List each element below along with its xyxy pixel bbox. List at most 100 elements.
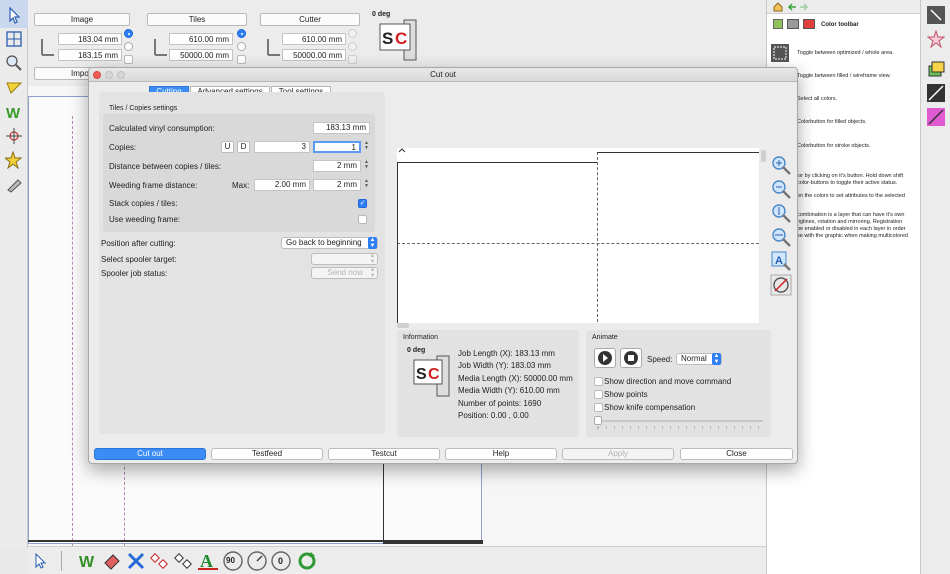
minimize-window-button[interactable] bbox=[105, 71, 113, 79]
cutter-height-field[interactable]: 50000.00 mm bbox=[282, 49, 346, 61]
pen-icon[interactable] bbox=[5, 79, 23, 97]
copies-field-2[interactable]: 1 bbox=[313, 141, 361, 153]
stroke-color-icon[interactable] bbox=[927, 84, 945, 102]
copies-stepper[interactable]: ▲ ▼ bbox=[363, 141, 370, 153]
image-button[interactable]: Image bbox=[34, 13, 130, 26]
cut-out-button[interactable]: Cut out bbox=[94, 448, 206, 460]
copies-d-button[interactable]: D bbox=[237, 141, 250, 153]
rotate-90-icon[interactable]: 90 bbox=[222, 550, 244, 572]
refresh-icon[interactable] bbox=[296, 550, 318, 572]
vinyl-value: 183.13 mm bbox=[313, 122, 370, 134]
zoom-out-icon[interactable] bbox=[770, 178, 792, 200]
close-window-button[interactable] bbox=[93, 71, 101, 79]
stack-copies-checkbox[interactable]: ✓ bbox=[358, 199, 367, 208]
tiles-height-field[interactable]: 50000.00 mm bbox=[169, 49, 233, 61]
weed-icon[interactable]: W bbox=[78, 551, 98, 571]
favorite-icon[interactable] bbox=[927, 30, 945, 48]
eraser-icon[interactable] bbox=[102, 551, 122, 571]
weeding-stepper[interactable]: ▲ ▼ bbox=[363, 179, 370, 191]
cutter-preview-icon[interactable]: SC bbox=[378, 18, 420, 62]
send-now-button[interactable]: Send now ▲ ▼ bbox=[311, 267, 378, 279]
home-icon[interactable] bbox=[773, 2, 783, 12]
cross-icon[interactable] bbox=[126, 551, 146, 571]
layers-icon[interactable] bbox=[927, 60, 945, 78]
show-direction-checkbox[interactable] bbox=[594, 377, 603, 386]
weed-icon[interactable]: W bbox=[5, 103, 23, 121]
help-button[interactable]: Help bbox=[445, 448, 557, 460]
arrow-icon[interactable] bbox=[32, 552, 48, 570]
animate-slider-track[interactable] bbox=[597, 420, 763, 422]
rotate-0-label: 0 bbox=[278, 556, 284, 566]
copies-u-button[interactable]: U bbox=[221, 141, 234, 153]
help-text-12: se with the graphic when making multicol… bbox=[797, 233, 908, 239]
cut-preview[interactable] bbox=[397, 148, 766, 323]
grid-icon[interactable] bbox=[5, 30, 23, 48]
rotate-0-icon[interactable]: 0 bbox=[270, 550, 292, 572]
help-text-8: on the colors to set attributes to the s… bbox=[797, 193, 905, 199]
cutter-button[interactable]: Cutter bbox=[260, 13, 360, 26]
optimize-toggle-icon[interactable] bbox=[773, 19, 783, 29]
image-lock-checkbox[interactable] bbox=[124, 55, 133, 64]
crosshair-icon[interactable] bbox=[5, 127, 23, 145]
close-button[interactable]: Close bbox=[680, 448, 793, 460]
gray-swatch[interactable] bbox=[787, 19, 799, 29]
cutter-width-field[interactable]: 610.00 mm bbox=[282, 33, 346, 45]
cutter-radio-2[interactable] bbox=[348, 42, 357, 51]
cutter-lock-checkbox[interactable] bbox=[348, 55, 357, 64]
media-width: Media Width (Y): 610.00 mm bbox=[458, 386, 560, 395]
cutter-radio-1[interactable] bbox=[348, 29, 357, 38]
svg-text:W: W bbox=[6, 105, 21, 121]
testcut-button[interactable]: Testcut bbox=[328, 448, 440, 460]
select-arrow-icon[interactable] bbox=[5, 6, 23, 24]
image-radio-1[interactable] bbox=[124, 29, 133, 38]
zoom-width-icon[interactable] bbox=[770, 226, 792, 248]
animate-slider-thumb[interactable] bbox=[594, 416, 602, 425]
weeding-distance-field[interactable]: 2 mm bbox=[313, 179, 361, 191]
tiles-radio-1[interactable] bbox=[237, 29, 246, 38]
distance-label: Distance between copies / tiles: bbox=[109, 162, 222, 171]
forward-arrow-icon[interactable] bbox=[799, 3, 809, 11]
nodes-icon[interactable] bbox=[150, 551, 170, 571]
text-icon[interactable]: A bbox=[198, 550, 218, 572]
copies-field[interactable]: 3 bbox=[254, 141, 310, 153]
zoom-window-button[interactable] bbox=[117, 71, 125, 79]
image-width-field[interactable]: 183.04 mm bbox=[58, 33, 122, 45]
testfeed-button[interactable]: Testfeed bbox=[211, 448, 323, 460]
star-icon[interactable] bbox=[5, 151, 23, 169]
show-points-checkbox[interactable] bbox=[594, 390, 603, 399]
zoom-in-icon[interactable] bbox=[770, 154, 792, 176]
image-height-field[interactable]: 183.15 mm bbox=[58, 49, 122, 61]
knife-icon[interactable] bbox=[5, 175, 23, 193]
show-direction-label: Show direction and move command bbox=[604, 377, 732, 386]
tiles-lock-checkbox[interactable] bbox=[237, 55, 246, 64]
play-button[interactable] bbox=[594, 348, 616, 368]
use-weeding-checkbox[interactable] bbox=[358, 215, 367, 224]
spooler-target-select[interactable]: ▲ ▼ bbox=[311, 253, 378, 265]
zoom-reset-icon[interactable] bbox=[770, 274, 792, 296]
apply-button[interactable]: Apply bbox=[562, 448, 674, 460]
back-arrow-icon[interactable] bbox=[787, 3, 797, 11]
show-points-label: Show points bbox=[604, 390, 648, 399]
stop-button[interactable] bbox=[620, 348, 642, 368]
zoom-area-icon[interactable] bbox=[927, 6, 945, 24]
animate-title: Animate bbox=[592, 334, 618, 341]
show-knife-checkbox[interactable] bbox=[594, 403, 603, 412]
red-swatch[interactable] bbox=[803, 19, 815, 29]
zoom-icon[interactable] bbox=[5, 54, 23, 72]
position-select[interactable]: Go back to beginning ▲ ▼ bbox=[281, 237, 378, 249]
tiles-button[interactable]: Tiles bbox=[147, 13, 247, 26]
rotate-icon[interactable] bbox=[246, 550, 268, 572]
use-weeding-label: Use weeding frame: bbox=[109, 215, 181, 224]
preview-horizontal-scrollbar[interactable] bbox=[397, 323, 759, 329]
distance-field[interactable]: 2 mm bbox=[313, 160, 361, 172]
tiles-width-field[interactable]: 610.00 mm bbox=[169, 33, 233, 45]
distance-stepper[interactable]: ▲ ▼ bbox=[363, 160, 370, 172]
zoom-all-icon[interactable]: A bbox=[770, 250, 792, 272]
fill-color-icon[interactable] bbox=[927, 108, 945, 126]
zoom-height-icon[interactable] bbox=[770, 202, 792, 224]
speed-select[interactable]: Normal ▲ ▼ bbox=[676, 353, 722, 365]
weeding-max-field[interactable]: 2.00 mm bbox=[254, 179, 310, 191]
image-radio-2[interactable] bbox=[124, 42, 133, 51]
tiles-radio-2[interactable] bbox=[237, 42, 246, 51]
nodes-alt-icon[interactable] bbox=[174, 551, 194, 571]
